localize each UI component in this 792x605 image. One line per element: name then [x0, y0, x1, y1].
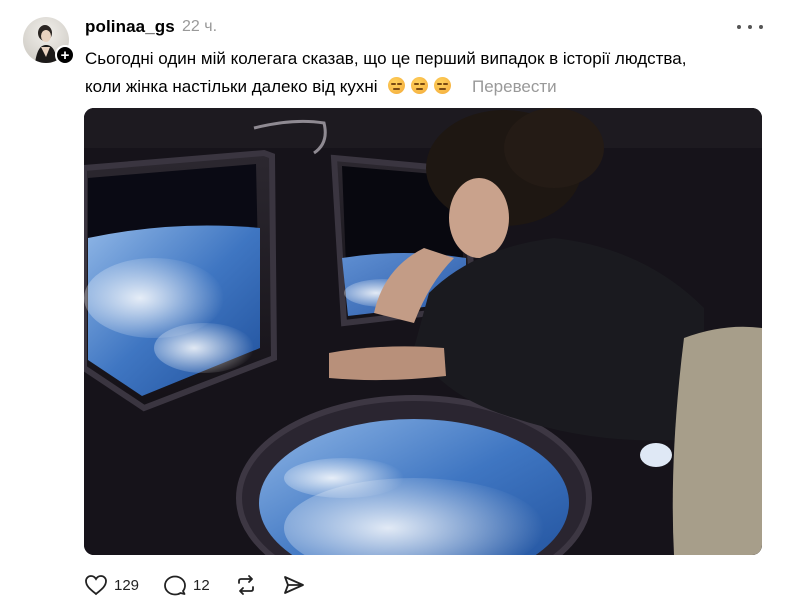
post-text: Сьогодні один мій колегага сказав, що це… — [85, 45, 765, 101]
comment-button[interactable]: 12 — [163, 574, 210, 596]
post-image[interactable] — [84, 108, 762, 555]
space-station-cupola-photo — [84, 108, 762, 555]
like-button[interactable]: 129 — [84, 574, 139, 596]
comment-count: 12 — [193, 576, 210, 594]
username[interactable]: polinaa_gs — [85, 17, 175, 37]
share-button[interactable] — [282, 574, 306, 596]
emoji-group — [388, 77, 462, 96]
comment-icon — [164, 575, 186, 596]
post-text-line-2-wrap: коли жінка настільки далеко від кухні Пе… — [85, 73, 765, 101]
like-count: 129 — [114, 576, 140, 594]
expressionless-emoji-icon — [411, 77, 429, 94]
repost-icon — [237, 575, 254, 595]
expressionless-emoji-icon — [434, 77, 452, 94]
avatar[interactable]: + — [23, 17, 75, 65]
follow-plus-icon[interactable]: + — [55, 45, 75, 65]
share-icon — [283, 576, 304, 594]
post-actions: 129 12 — [84, 572, 330, 598]
post-text-line-2: коли жінка настільки далеко від кухні — [85, 77, 378, 96]
translate-link[interactable]: Перевести — [472, 77, 557, 96]
heart-icon — [85, 575, 107, 596]
post-text-line-1: Сьогодні один мій колегага сказав, що це… — [85, 49, 687, 68]
more-icon[interactable] — [737, 17, 763, 37]
repost-button[interactable] — [234, 574, 258, 596]
expressionless-emoji-icon — [388, 77, 406, 94]
post-time[interactable]: 22 ч. — [182, 18, 217, 36]
